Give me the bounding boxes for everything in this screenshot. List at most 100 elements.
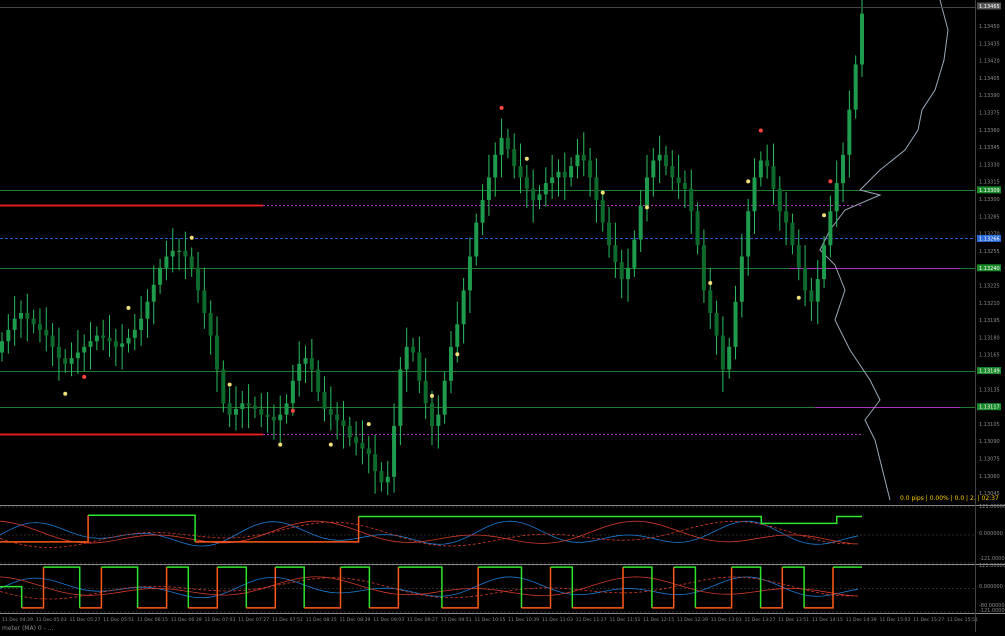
chart-canvas[interactable]: 1.13450 1.13435 1.13420 1.13405 1.13390 1.133… [0, 0, 1005, 632]
price-tick-label: 1.13105 [979, 422, 1000, 428]
candle-body [841, 154, 846, 184]
candle-body [252, 405, 257, 409]
candle-body [82, 346, 87, 353]
time-tick-label: 11 Dec 05:27 [70, 617, 101, 623]
candle-body [354, 437, 359, 443]
candle-body [689, 188, 694, 212]
candle-body [75, 352, 80, 359]
candle-body [531, 188, 536, 201]
buy-signal-dot [524, 156, 529, 161]
candle-body [12, 318, 17, 330]
candle-body [151, 284, 156, 302]
candle-body [556, 171, 561, 178]
candle-body [411, 346, 416, 353]
price-tick-label: 1.13180 [979, 335, 1000, 341]
candle-body [714, 312, 719, 336]
price-tick-label: 1.13300 [979, 197, 1000, 203]
candle-body [69, 358, 74, 364]
price-tick-label: 1.13195 [979, 318, 1000, 324]
time-tick-label: 11 Dec 10:39 [508, 617, 539, 623]
candle-body [442, 380, 447, 415]
time-tick-label: 11 Dec 11:27 [576, 617, 607, 623]
candle-body [37, 324, 42, 330]
candle-body [88, 341, 93, 347]
buy-signal-dot [708, 280, 713, 285]
candle-body [158, 267, 163, 285]
candle-body [215, 335, 219, 370]
candle-body [101, 335, 106, 338]
candle-body [607, 222, 612, 246]
time-tick-label: 11 Dec 09:27 [407, 617, 438, 623]
candle-body [227, 403, 232, 415]
candle-body [56, 346, 61, 359]
candle-body [505, 137, 510, 150]
candle-body [512, 149, 517, 167]
time-tick-label: 11 Dec 07:03 [205, 617, 236, 623]
candle-body [701, 245, 706, 291]
candle-body [107, 337, 112, 342]
time-tick-label: 11 Dec 06:39 [171, 617, 202, 623]
time-tick-label: 11 Dec 14:39 [846, 617, 877, 623]
price-tick-label: 1.13360 [979, 128, 1000, 134]
candle-body [233, 408, 238, 415]
price-tick-label: 1.13450 [979, 24, 1000, 30]
price-tick-label: 1.13315 [979, 180, 1000, 186]
candle-body [50, 335, 55, 347]
price-tick-label: 1.13435 [979, 41, 1000, 47]
candle-body [461, 290, 466, 325]
candle-body [196, 267, 201, 291]
trading-chart[interactable]: 1.13450 1.13435 1.13420 1.13405 1.13390 1.133… [0, 0, 1005, 632]
candle-body [626, 267, 631, 280]
buy-signal-dot [430, 393, 434, 398]
candle-body [562, 171, 567, 178]
candle-body [278, 414, 283, 421]
buy-signal-dot [63, 391, 68, 396]
candle-body [341, 420, 346, 426]
candle-body [651, 160, 656, 178]
buy-signal-dot [189, 235, 194, 240]
time-tick-label: 11 Dec 13:51 [778, 617, 809, 623]
osc2-tick-label: 0.000000 [979, 584, 1003, 590]
candle-body [657, 154, 662, 161]
candle-body [619, 262, 624, 280]
candle-body [834, 183, 839, 212]
time-axis[interactable]: 11 Dec 04:39 11 Dec 05:03 11 Dec 05:27 11 D… [2, 617, 978, 623]
time-tick-label: 11 Dec 09:51 [441, 617, 472, 623]
time-tick-label: 11 Dec 07:51 [272, 617, 303, 623]
buy-signal-dot [278, 442, 283, 447]
candle-body [790, 222, 795, 246]
candle-body [360, 442, 365, 449]
candle-body [752, 177, 757, 212]
time-tick-label: 11 Dec 15:51 [947, 617, 978, 623]
candle-body [746, 211, 751, 257]
candle-body [145, 301, 150, 319]
time-tick-label: 11 Dec 05:51 [103, 617, 134, 623]
candle-body [366, 448, 371, 455]
sell-signal-dot [82, 374, 87, 379]
price-tick-label: 1.13060 [979, 474, 1000, 480]
sell-signal-dot [499, 105, 504, 110]
time-tick-label: 11 Dec 10:15 [475, 617, 506, 623]
candle-body [670, 166, 675, 178]
candle-body [120, 343, 125, 347]
candle-body [537, 194, 542, 201]
candle-body [189, 256, 194, 268]
candle-body [663, 154, 668, 167]
candle-body [632, 239, 637, 268]
candle-body [132, 329, 137, 338]
candle-body [373, 454, 378, 472]
price-tick-label: 1.13345 [979, 145, 1000, 151]
buy-signal-dot [366, 422, 371, 427]
candle-body [398, 369, 403, 426]
candle-body [430, 403, 434, 426]
candle-body [708, 290, 713, 313]
candle-body [63, 358, 68, 364]
price-tick-label: 1.13405 [979, 76, 1000, 82]
candle-body [404, 346, 409, 370]
candle-body [467, 256, 472, 291]
price-box-label: 1.13266 [979, 236, 1000, 242]
candle-body [31, 318, 36, 325]
osc2-tick-label: 121.000000 [979, 563, 1005, 569]
candle-body [822, 245, 827, 280]
buy-signal-dot [822, 213, 827, 218]
